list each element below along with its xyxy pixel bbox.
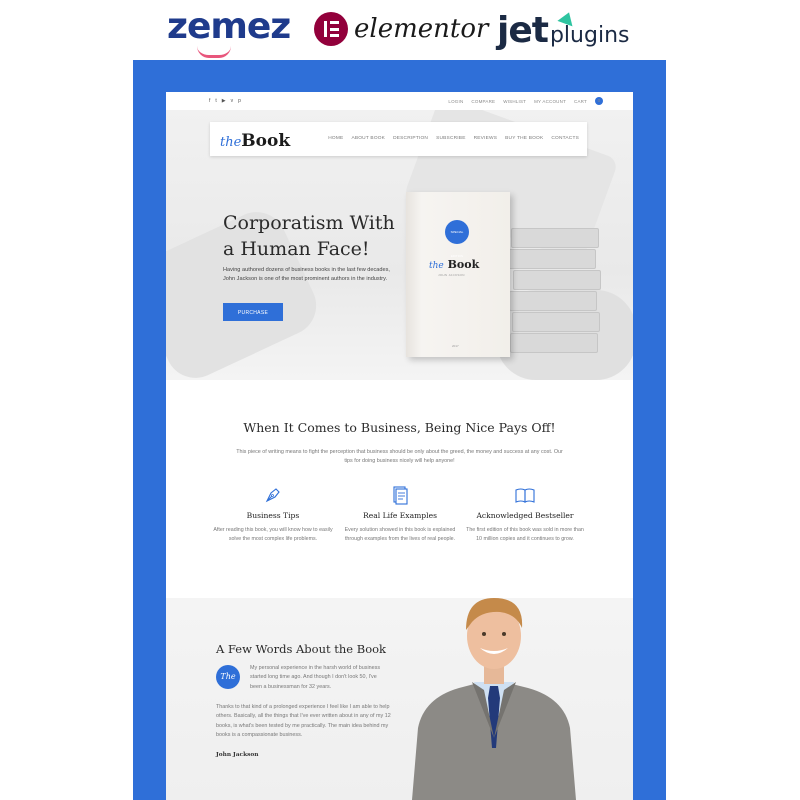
feature-card: Acknowledged Bestseller The first editio… — [465, 484, 585, 544]
zemez-smile-mark — [197, 46, 231, 58]
website-preview: f t ▶ v p LOGIN COMPARE WISHLIST MY ACCO… — [166, 92, 633, 800]
brand-strip: zemez elementor jet plugins — [0, 0, 800, 60]
jet-logo-text: jet — [497, 10, 549, 51]
hero-description: Having authored dozens of business books… — [223, 267, 390, 282]
feature-card: Business Tips After reading this book, y… — [213, 484, 333, 544]
author-signature: John Jackson — [216, 752, 259, 758]
site-logo[interactable]: theBook — [220, 131, 290, 151]
document-icon — [389, 484, 411, 506]
feature-text: After reading this book, you will know h… — [213, 527, 333, 542]
hero-section: theBook HOME ABOUT BOOK DESCRIPTION SUBS… — [166, 110, 633, 380]
main-navigation: theBook HOME ABOUT BOOK DESCRIPTION SUBS… — [210, 122, 587, 156]
nav-item-about-book[interactable]: ABOUT BOOK — [351, 136, 385, 141]
elementor-logo-text: elementor — [354, 14, 489, 44]
logo-the: the — [220, 135, 242, 150]
top-menu: LOGIN COMPARE WISHLIST MY ACCOUNT CART 0 — [448, 97, 603, 105]
compare-link[interactable]: COMPARE — [471, 99, 495, 104]
pen-icon — [262, 484, 284, 506]
nav-item-reviews[interactable]: REVIEWS — [474, 136, 498, 141]
hero-title-line-1: Corporatism With — [223, 212, 395, 234]
book-cover-title: the Book — [429, 258, 479, 271]
book-cover-year: 2017 — [452, 344, 459, 348]
my-account-link[interactable]: MY ACCOUNT — [534, 99, 566, 104]
open-book-icon — [514, 484, 536, 506]
nav-links: HOME ABOUT BOOK DESCRIPTION SUBSCRIBE RE… — [328, 136, 579, 141]
book-cover-image: SPECIAL EDITION the Book JOHN JACKSON 20… — [406, 192, 510, 357]
logo-book: Book — [241, 131, 291, 151]
feature-card: Real Life Examples Every solution showed… — [340, 484, 460, 544]
zemez-logo: zemez — [167, 6, 291, 58]
the-badge: The — [216, 665, 240, 689]
social-links: f t ▶ v p — [209, 98, 241, 104]
nav-item-buy-the-book[interactable]: BUY THE BOOK — [505, 136, 543, 141]
purchase-button[interactable]: PURCHASE — [223, 303, 283, 321]
nav-item-contacts[interactable]: CONTACTS — [551, 136, 579, 141]
nav-item-subscribe[interactable]: SUBSCRIBE — [436, 136, 466, 141]
top-bar: f t ▶ v p LOGIN COMPARE WISHLIST MY ACCO… — [166, 92, 633, 111]
author-photo — [404, 578, 584, 800]
features-intro: This piece of writing means to fight the… — [236, 449, 563, 464]
book-cover-author: JOHN JACKSON — [438, 273, 465, 277]
twitter-icon[interactable]: t — [215, 98, 216, 104]
about-title: A Few Words About the Book — [216, 642, 387, 656]
feature-text: The first edition of this book was sold … — [466, 527, 584, 542]
hero-title: Corporatism With a Human Face! — [223, 210, 403, 262]
cart-count-badge: 0 — [595, 97, 603, 105]
feature-title: Business Tips — [246, 511, 300, 520]
feature-text: Every solution showed in this book is ex… — [344, 527, 456, 542]
wishlist-link[interactable]: WISHLIST — [503, 99, 526, 104]
pinterest-icon[interactable]: p — [238, 98, 241, 104]
about-paragraph-2: Thanks to that kind of a prolonged exper… — [216, 704, 391, 738]
features-section: When It Comes to Business, Being Nice Pa… — [166, 380, 633, 598]
special-edition-badge: SPECIAL EDITION — [445, 220, 469, 258]
cart-link[interactable]: CART — [574, 99, 587, 104]
youtube-icon[interactable]: ▶ — [222, 98, 226, 104]
facebook-icon[interactable]: f — [209, 98, 210, 104]
nav-item-home[interactable]: HOME — [328, 136, 343, 141]
zemez-logo-text: zemez — [167, 6, 291, 47]
book-cover-book: Book — [447, 258, 480, 271]
elementor-icon — [314, 12, 348, 46]
feature-title: Real Life Examples — [362, 511, 437, 520]
about-paragraph-1: My personal experience in the harsh worl… — [250, 665, 381, 690]
elementor-logo: elementor — [314, 12, 488, 46]
feature-title: Acknowledged Bestseller — [476, 511, 574, 520]
jetplugins-logo: jet plugins — [497, 9, 630, 51]
login-link[interactable]: LOGIN — [448, 99, 463, 104]
nav-item-description[interactable]: DESCRIPTION — [393, 136, 428, 141]
book-cover-the: the — [429, 261, 444, 271]
plugins-logo-text: plugins — [549, 23, 630, 48]
features-title: When It Comes to Business, Being Nice Pa… — [243, 420, 556, 435]
vimeo-icon[interactable]: v — [231, 98, 234, 104]
hero-title-line-2: a Human Face! — [223, 238, 370, 260]
